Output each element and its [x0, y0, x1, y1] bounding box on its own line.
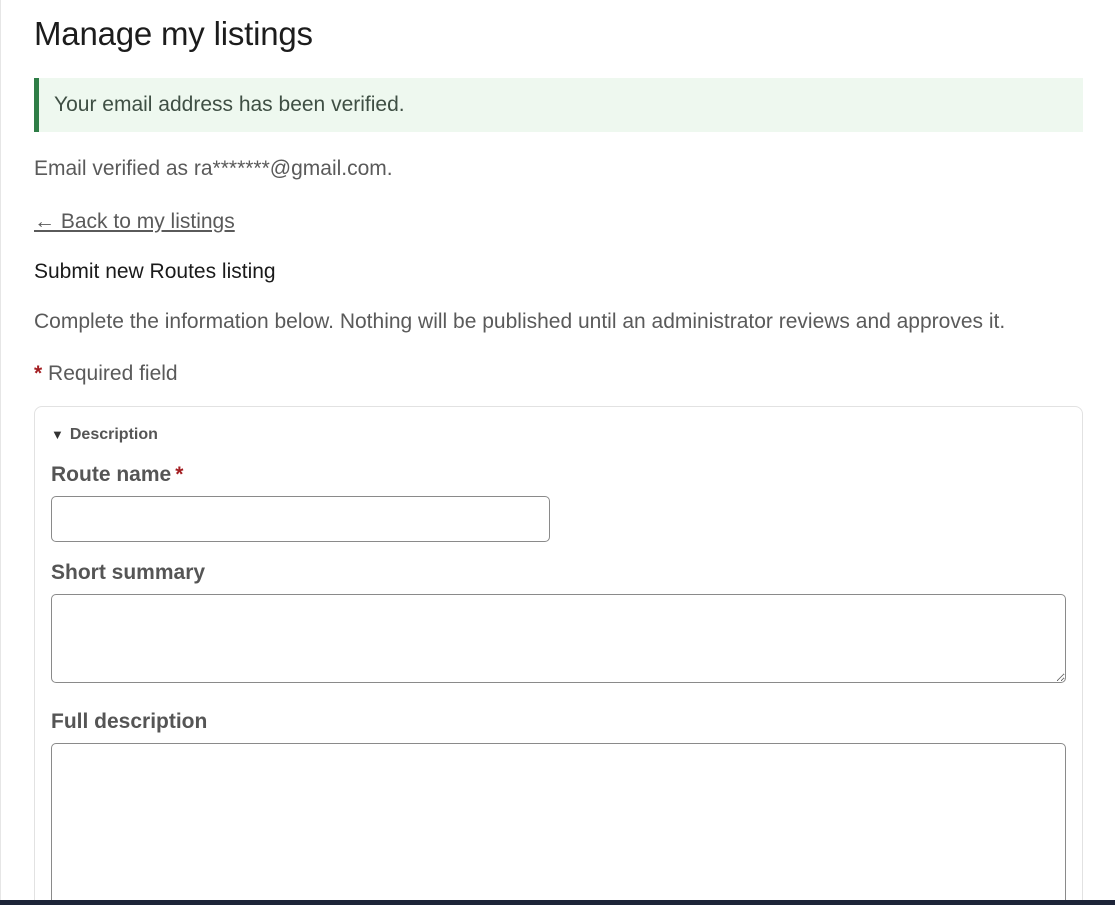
- success-alert-message: Your email address has been verified.: [54, 93, 405, 116]
- triangle-down-icon: ▼: [51, 427, 64, 442]
- description-section-title: Description: [69, 426, 158, 443]
- route-name-required-star: *: [175, 463, 184, 486]
- full-description-textarea[interactable]: [51, 743, 1066, 905]
- page-title: Manage my listings: [34, 15, 313, 52]
- route-name-input[interactable]: [51, 496, 550, 542]
- required-field-label: Required field: [48, 362, 178, 385]
- form-intro-text: Complete the information below. Nothing …: [34, 310, 1006, 333]
- route-name-label-text: Route name: [51, 463, 172, 486]
- required-field-note: * Required field: [34, 361, 178, 387]
- success-alert: Your email address has been verified.: [34, 78, 1083, 132]
- required-star: *: [34, 362, 43, 385]
- page-left-border: [0, 0, 1, 905]
- description-fieldset: ▼ Description Route name * Short summary F…: [34, 406, 1083, 905]
- full-description-label: Full description: [51, 710, 208, 733]
- route-name-label: Route name *: [51, 462, 183, 488]
- email-verified-text: Email verified as ra*******@gmail.com.: [34, 157, 393, 180]
- bottom-dark-bar: [0, 900, 1115, 905]
- back-to-listings-link[interactable]: ← Back to my listings: [34, 209, 235, 235]
- short-summary-textarea[interactable]: [51, 594, 1066, 683]
- description-section-toggle[interactable]: ▼ Description: [51, 425, 158, 445]
- form-heading: Submit new Routes listing: [34, 260, 276, 283]
- short-summary-label: Short summary: [51, 561, 206, 584]
